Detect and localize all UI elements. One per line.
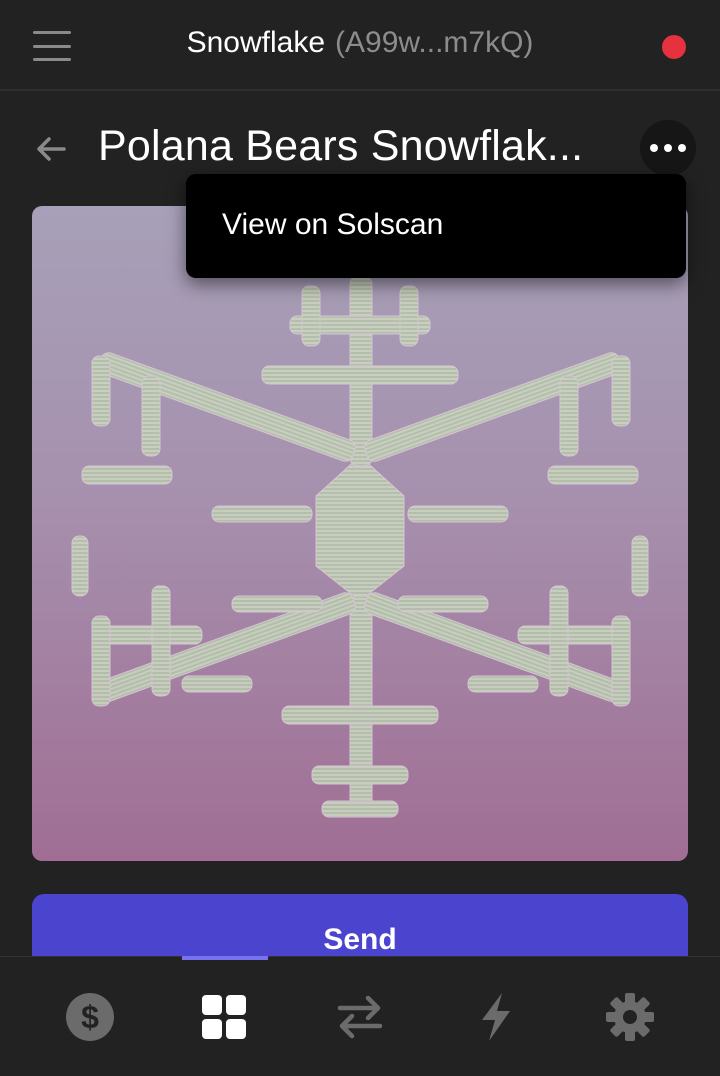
tab-swap[interactable] — [330, 987, 390, 1047]
tab-settings[interactable] — [600, 987, 660, 1047]
svg-text:$: $ — [81, 999, 99, 1035]
swap-arrows-icon — [337, 995, 383, 1039]
tab-activity[interactable] — [466, 987, 526, 1047]
more-dots-icon[interactable] — [640, 120, 696, 176]
tab-balances[interactable]: $ — [60, 987, 120, 1047]
wallet-address: (A99w...m7kQ) — [335, 26, 534, 59]
tab-collectibles[interactable] — [194, 987, 254, 1047]
wallet-name: Snowflake — [186, 26, 326, 59]
back-arrow-icon[interactable] — [30, 128, 72, 170]
menu-item-view-on-solscan[interactable]: View on Solscan — [222, 208, 443, 242]
dollar-icon: $ — [66, 993, 114, 1041]
active-tab-indicator — [182, 956, 268, 960]
grid-icon — [202, 995, 246, 1039]
wallet-title: Snowflake (A99w...m7kQ) — [0, 26, 720, 60]
more-options-menu: View on Solscan — [186, 174, 686, 278]
bottom-tab-bar: $ — [0, 956, 720, 1076]
nft-image — [32, 206, 688, 861]
top-bar: Snowflake (A99w...m7kQ) — [0, 0, 720, 91]
snowflake-image — [71, 275, 649, 818]
nft-title: Polana Bears Snowflak... — [98, 122, 584, 170]
lightning-icon — [482, 993, 510, 1041]
gear-icon — [606, 993, 654, 1041]
connection-status-dot — [662, 35, 686, 59]
